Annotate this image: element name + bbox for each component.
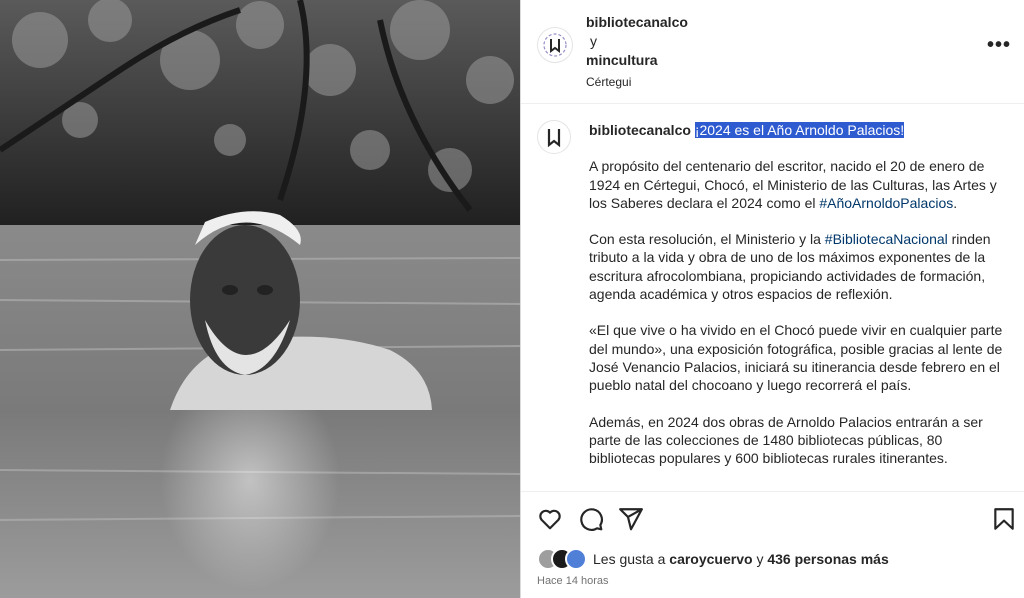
photo-man-in-river [0, 0, 520, 598]
likes-joiner: y [752, 551, 768, 567]
likes-prefix: Les gusta a [593, 551, 670, 567]
post-timestamp[interactable]: Hace 14 horas [537, 575, 609, 587]
avatar[interactable] [565, 548, 587, 570]
caption-paragraph-1: A propósito del centenario del escritor,… [589, 157, 1009, 212]
likes-count-link[interactable]: 436 personas más [767, 551, 888, 567]
liker-username-link[interactable]: caroycuervo [669, 551, 752, 567]
p2-text: Con esta resolución, el Ministerio y la [589, 231, 825, 248]
more-icon: ••• [986, 34, 1011, 56]
location-link[interactable]: Cértegui [586, 73, 688, 92]
post-header: bibliotecanalco y mincultura Cértegui ••… [521, 0, 1024, 104]
hashtag-link[interactable]: #AñoArnoldoPalacios [819, 195, 953, 211]
more-options-button[interactable]: ••• [987, 34, 1011, 57]
account-link-1[interactable]: bibliotecanalco [586, 13, 688, 32]
caption-section: bibliotecanalco ¡2024 es el Año Arnoldo … [521, 105, 1024, 491]
caption-username[interactable]: bibliotecanalco [589, 122, 691, 138]
liker-avatars [537, 548, 589, 570]
post-detail-panel: bibliotecanalco y mincultura Cértegui ••… [520, 0, 1024, 598]
comment-icon[interactable] [578, 506, 604, 532]
post-authors: bibliotecanalco y mincultura Cértegui [586, 13, 688, 92]
caption-paragraph-2: Con esta resolución, el Ministerio y la … [589, 230, 1009, 303]
heart-icon[interactable] [537, 506, 563, 532]
caption-text: bibliotecanalco ¡2024 es el Año Arnoldo … [589, 121, 1009, 467]
caption-paragraph-4: Además, en 2024 dos obras de Arnoldo Pal… [589, 413, 983, 467]
likes-summary: Les gusta a caroycuervo y 436 personas m… [537, 548, 889, 570]
authors-joiner: y [590, 33, 597, 49]
account-link-2[interactable]: mincultura [586, 51, 688, 70]
likes-text: Les gusta a caroycuervo y 436 personas m… [593, 551, 889, 567]
bookmark-icon[interactable] [991, 506, 1017, 532]
post-actions: Les gusta a caroycuervo y 436 personas m… [521, 491, 1024, 598]
library-logo-icon [543, 33, 567, 57]
share-icon[interactable] [618, 506, 644, 532]
avatar[interactable] [537, 27, 573, 63]
caption-paragraph-3: «El que vive o ha vivido en el Chocó pue… [589, 322, 1003, 394]
hashtag-link[interactable]: #BibliotecaNacional [825, 231, 948, 247]
caption-avatar[interactable] [537, 120, 571, 154]
post-photo[interactable] [0, 0, 520, 598]
p1-end: . [953, 194, 958, 211]
caption-headline: ¡2024 es el Año Arnoldo Palacios! [694, 122, 905, 138]
library-logo-icon [547, 129, 561, 148]
